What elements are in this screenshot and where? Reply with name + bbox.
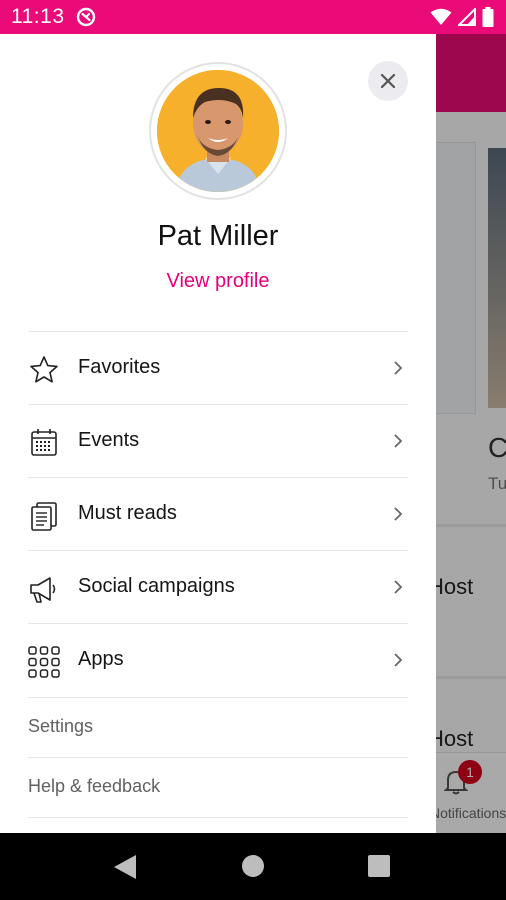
chevron-right-icon (394, 434, 403, 448)
home-button[interactable] (242, 855, 264, 877)
star-icon (30, 356, 58, 383)
menu-item-label: Must reads (78, 502, 177, 524)
recents-button[interactable] (368, 855, 390, 877)
menu-item-label: Favorites (78, 356, 161, 378)
chevron-right-icon (394, 361, 403, 375)
wifi-icon (430, 8, 452, 25)
menu-item-label: Apps (78, 648, 124, 670)
settings-link[interactable]: Settings (28, 698, 408, 756)
back-icon[interactable] (112, 853, 138, 881)
menu-item-events[interactable]: Events (28, 405, 408, 477)
chevron-right-icon (394, 580, 403, 594)
menu-item-must-reads[interactable]: Must reads (28, 478, 408, 550)
system-navigation-bar (0, 833, 506, 900)
menu-item-label: Events (78, 429, 140, 451)
status-time: 11:13 (11, 5, 65, 28)
status-indicators (430, 7, 494, 27)
menu-item-favorites[interactable]: Favorites (28, 332, 408, 404)
menu-item-apps[interactable]: Apps (28, 624, 408, 696)
status-bar: 11:13 (0, 0, 506, 34)
battery-icon (482, 7, 494, 27)
avatar-frame (149, 62, 287, 200)
navigation-drawer: Pat Miller View profile Favorites Events (0, 34, 436, 833)
chevron-right-icon (394, 507, 403, 521)
help-feedback-link[interactable]: Help & feedback (28, 758, 408, 816)
cell-signal-icon (458, 8, 476, 26)
view-profile-link[interactable]: View profile (0, 270, 436, 293)
settings-label: Settings (28, 716, 94, 736)
close-button[interactable] (368, 61, 408, 101)
chevron-right-icon (394, 653, 403, 667)
app-notification-icon (76, 7, 96, 27)
divider (28, 817, 408, 818)
menu-item-social-campaigns[interactable]: Social campaigns (28, 551, 408, 623)
avatar[interactable] (157, 70, 279, 192)
calendar-icon (31, 429, 57, 456)
menu-item-label: Social campaigns (78, 575, 235, 597)
avatar-portrait (157, 70, 279, 192)
close-icon (380, 73, 396, 89)
megaphone-icon (30, 577, 56, 603)
help-feedback-label: Help & feedback (28, 776, 161, 796)
apps-grid-icon (28, 646, 60, 678)
profile-name: Pat Miller (157, 220, 279, 252)
documents-icon (31, 502, 57, 531)
